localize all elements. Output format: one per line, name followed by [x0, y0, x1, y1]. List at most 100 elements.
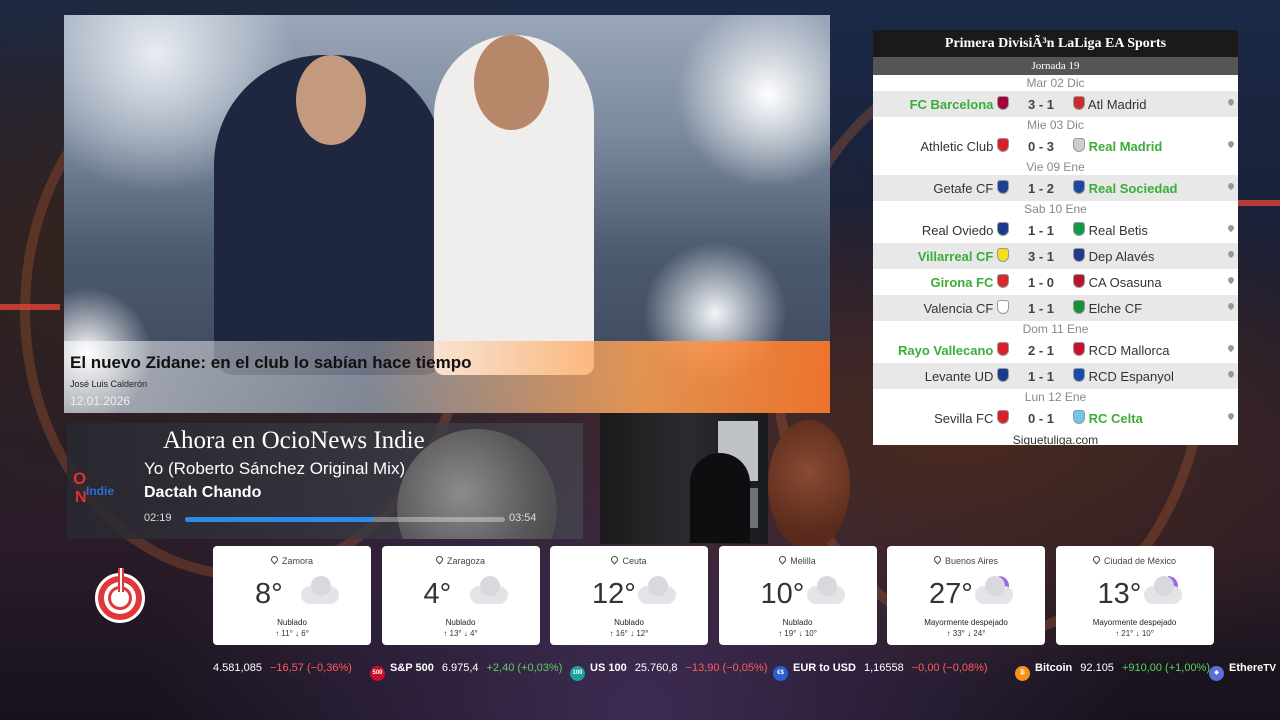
location-pin-icon [269, 554, 280, 565]
away-team: RC Celta [1070, 410, 1213, 426]
weather-card[interactable]: Zaragoza 4° Nublado ↑ 13° ↓ 4° [381, 546, 540, 645]
weather-temperature: 10° [760, 578, 805, 610]
away-team: RCD Espanyol [1070, 368, 1213, 384]
weather-temperature: 8° [255, 578, 283, 610]
location-pin-icon[interactable] [1226, 369, 1236, 379]
away-crest-icon [1073, 368, 1085, 382]
news-caption-overlay [64, 341, 830, 413]
match-row[interactable]: FC Barcelona 3 - 1 Atl Madrid [873, 91, 1238, 117]
ticker-item[interactable]: 500 S&P 500 6.975,4 +2,40 (+0,03%) [370, 662, 562, 681]
news-card[interactable]: El nuevo Zidane: en el club lo sabían ha… [64, 15, 830, 413]
weather-card[interactable]: Zamora 8° Nublado ↑ 11° ↓ 6° [213, 546, 371, 645]
weather-city: Melilla [790, 556, 816, 566]
location-pin-icon[interactable] [1226, 301, 1236, 311]
location-pin-icon[interactable] [1226, 411, 1236, 421]
weather-range: ↑ 13° ↓ 4° [443, 629, 478, 638]
ticker-change: −13,90 (−0,05%) [685, 662, 768, 674]
ticker-value: 6.975,4 [441, 662, 479, 674]
weather-description: Mayormente despejado [1092, 618, 1177, 627]
away-team-name: RCD Mallorca [1088, 343, 1170, 358]
match-row[interactable]: Getafe CF 1 - 2 Real Sociedad [873, 175, 1238, 201]
match-row[interactable]: Levante UD 1 - 1 RCD Espanyol [873, 363, 1238, 389]
ticker-item[interactable]: €$ EUR to USD 1,16558 −0,00 (−0,08%) [773, 662, 988, 681]
away-team-name: CA Osasuna [1088, 275, 1162, 290]
weather-card[interactable]: Ceuta 12° Nublado ↑ 16° ↓ 12° [550, 546, 708, 645]
home-team-name: Rayo Vallecano [897, 343, 994, 358]
away-crest-icon [1073, 180, 1085, 194]
league-date: Mar 02 Dic [1026, 76, 1085, 90]
home-team-name: Villarreal CF [917, 249, 994, 264]
home-team: Real Oviedo [873, 222, 1012, 238]
ticker-badge-icon: ◆ [1209, 666, 1224, 681]
away-team-name: Real Sociedad [1088, 181, 1178, 196]
match-score: 3 - 1 [1027, 248, 1054, 264]
location-pin-icon[interactable] [1226, 223, 1236, 233]
ticker-value: 1,16558 [863, 662, 904, 674]
news-title[interactable]: El nuevo Zidane: en el club lo sabían ha… [70, 353, 471, 373]
location-pin-icon[interactable] [1226, 97, 1236, 107]
away-team: Real Betis [1070, 222, 1213, 238]
weather-card[interactable]: Ciudad de México 13° Mayormente despejado ↑… [1055, 546, 1214, 645]
cloud-icon [638, 576, 676, 604]
radio-player: O Indie N Ahora en OcioNews Indie Yo (Ro… [67, 423, 583, 539]
match-row[interactable]: Girona FC 1 - 0 CA Osasuna [873, 269, 1238, 295]
ticker-badge-icon: ₿ [1015, 666, 1030, 681]
home-crest-icon [997, 274, 1009, 288]
away-crest-icon [1073, 248, 1085, 262]
match-row[interactable]: Athletic Club 0 - 3 Real Madrid [873, 133, 1238, 159]
league-footer-link[interactable]: Siguetuliga.com [873, 433, 1238, 447]
location-pin-icon[interactable] [1226, 275, 1236, 285]
moon-cloud-icon [1143, 573, 1182, 604]
home-team: Getafe CF [873, 180, 1012, 196]
ticker-item[interactable]: ₿ Bitcoin 92.105 +910,00 (+1,00%) [1015, 662, 1210, 681]
location-pin-icon[interactable] [1226, 343, 1236, 353]
away-team: RCD Mallorca [1070, 342, 1213, 358]
home-team-name: Sevilla FC [934, 411, 994, 426]
weather-temperature: 4° [423, 578, 452, 610]
away-team-name: Atl Madrid [1087, 97, 1147, 112]
news-person-left [214, 55, 444, 375]
power-button[interactable] [95, 568, 145, 623]
home-team: Rayo Vallecano [873, 342, 1012, 358]
ticker-item[interactable]: 4.581,085 −16,57 (−0,36%) [213, 662, 352, 674]
league-title: Primera DivisiÃ³n LaLiga EA Sports [873, 30, 1238, 57]
match-score: 1 - 1 [1027, 222, 1054, 238]
home-crest-icon [997, 96, 1009, 110]
ticker-item[interactable]: 100 US 100 25.760,8 −13,90 (−0,05%) [570, 662, 767, 681]
market-ticker[interactable]: TV 4.581,085 −16,57 (−0,36%) 500 S&P 500 6.9… [213, 656, 1280, 682]
match-row[interactable]: Sevilla FC 0 - 1 RC Celta [873, 405, 1238, 431]
away-crest-icon [1073, 342, 1085, 356]
location-pin-icon[interactable] [1226, 181, 1236, 191]
video-figure [690, 453, 750, 543]
ticker-value: 4.581,085 [213, 662, 262, 674]
league-date: Sab 10 Ene [1024, 202, 1087, 216]
weather-range: ↑ 21° ↓ 10° [1115, 629, 1154, 638]
radio-heading: Ahora en OcioNews Indie [163, 427, 425, 454]
home-crest-icon [997, 410, 1009, 424]
away-team: CA Osasuna [1070, 274, 1213, 290]
ticker-item[interactable]: ◆ Ethere [1209, 662, 1271, 681]
radio-progress-bar[interactable] [185, 517, 505, 522]
match-row[interactable]: Valencia CF 1 - 1 Elche CF [873, 295, 1238, 321]
home-team-name: FC Barcelona [909, 97, 994, 112]
location-pin-icon[interactable] [1226, 249, 1236, 259]
video-feed[interactable] [600, 413, 768, 544]
match-row[interactable]: Rayo Vallecano 2 - 1 RCD Mallorca [873, 337, 1238, 363]
weather-temperature: 27° [929, 578, 973, 610]
match-score: 0 - 1 [1027, 410, 1054, 426]
weather-description: Nublado [445, 618, 476, 627]
location-pin-icon[interactable] [1226, 139, 1236, 149]
cloud-icon [975, 576, 1013, 604]
weather-row: Zamora 8° Nublado ↑ 11° ↓ 6° Zaragoza 4° Nubla… [213, 546, 1214, 646]
weather-card[interactable]: Buenos Aires 27° Mayormente despejado ↑ 33°… [887, 546, 1045, 645]
ticker-change: +910,00 (+1,00%) [1121, 662, 1211, 674]
weather-range: ↑ 33° ↓ 24° [946, 629, 986, 638]
cloud-icon [638, 576, 676, 604]
weather-card[interactable]: Melilla 10° Nublado ↑ 19° ↓ 10° [718, 546, 877, 645]
match-row[interactable]: Real Oviedo 1 - 1 Real Betis [873, 217, 1238, 243]
match-row[interactable]: Villarreal CF 3 - 1 Dep Alavés [873, 243, 1238, 269]
home-team-name: Girona FC [930, 275, 994, 290]
away-team-name: RCD Espanyol [1088, 369, 1174, 384]
home-crest-icon [997, 138, 1009, 152]
home-team-name: Athletic Club [920, 139, 994, 154]
